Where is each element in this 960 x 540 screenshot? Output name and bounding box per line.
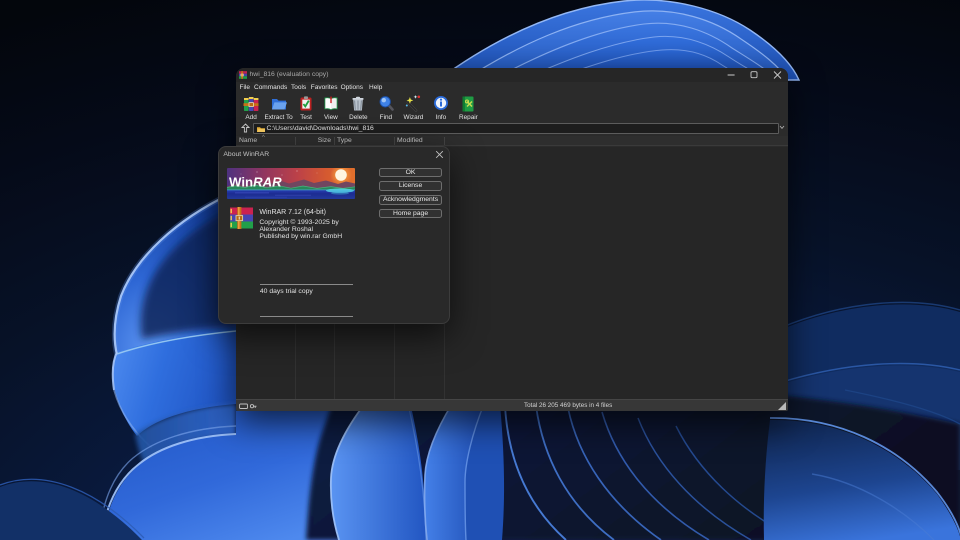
svg-text:WinRAR: WinRAR — [229, 174, 282, 189]
